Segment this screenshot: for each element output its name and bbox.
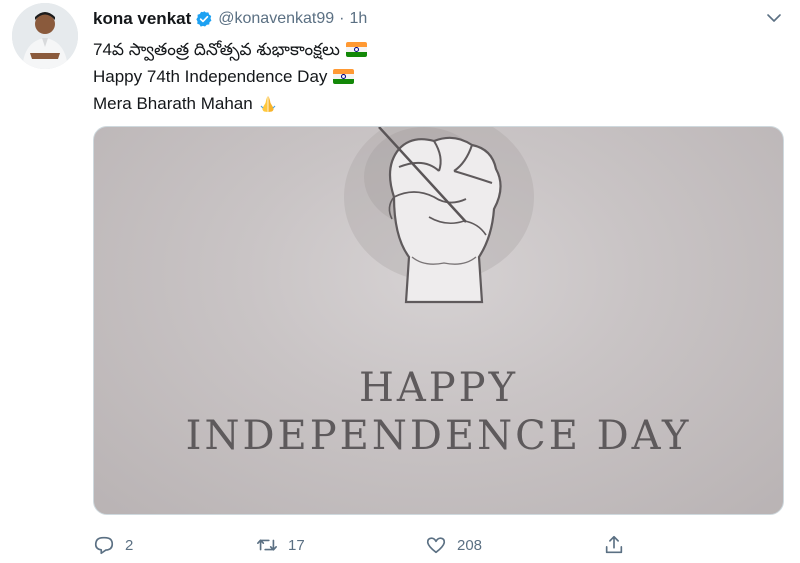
chevron-down-icon[interactable] <box>766 10 782 26</box>
tweet-actions: 2 17 208 <box>93 530 633 560</box>
tweet-line-2: Happy 74th Independence Day <box>93 67 328 86</box>
timestamp[interactable]: 1h <box>349 10 367 28</box>
retweet-button[interactable]: 17 <box>256 530 305 560</box>
india-flag-icon <box>345 42 367 57</box>
retweet-count: 17 <box>288 536 305 554</box>
separator-dot: · <box>339 10 345 27</box>
tweet-line-1: 74వ స్వాతంత్ర దినోత్సవ శుభాకాంక్షలు <box>93 40 340 59</box>
like-count: 208 <box>457 536 483 554</box>
display-name[interactable]: kona venkat <box>93 9 191 29</box>
folded-hands-icon <box>258 94 278 114</box>
verified-badge-icon <box>195 10 213 28</box>
like-button[interactable]: 208 <box>425 530 482 560</box>
share-icon <box>605 535 623 554</box>
reply-count: 2 <box>125 536 134 554</box>
like-icon <box>426 537 446 554</box>
tweet-line-mahan: Mera Bharath Mahan <box>93 90 367 117</box>
retweet-icon <box>257 539 277 551</box>
avatar[interactable] <box>12 3 78 69</box>
reply-icon <box>94 536 114 555</box>
tweet-header: kona venkat @konavenkat99 · 1h <box>93 9 367 29</box>
reply-button[interactable]: 2 <box>93 530 133 560</box>
media-heading-happy: HAPPY <box>358 365 518 411</box>
tweet-media-image[interactable]: HAPPY INDEPENDENCE DAY <box>93 126 784 515</box>
tweet-line-3: Mera Bharath Mahan <box>93 94 253 113</box>
india-flag-icon <box>333 69 355 84</box>
media-heading-independence: INDEPENDENCE DAY <box>185 413 692 459</box>
user-handle[interactable]: @konavenkat99 <box>218 10 334 28</box>
share-button[interactable] <box>603 530 625 560</box>
tweet-text: 74వ స్వాతంత్ర దినోత్సవ శుభాకాంక్షలు Happ… <box>93 36 367 117</box>
tweet-line-telugu: 74వ స్వాతంత్ర దినోత్సవ శుభాకాంక్షలు <box>93 36 367 63</box>
tweet-line-english: Happy 74th Independence Day <box>93 63 367 90</box>
